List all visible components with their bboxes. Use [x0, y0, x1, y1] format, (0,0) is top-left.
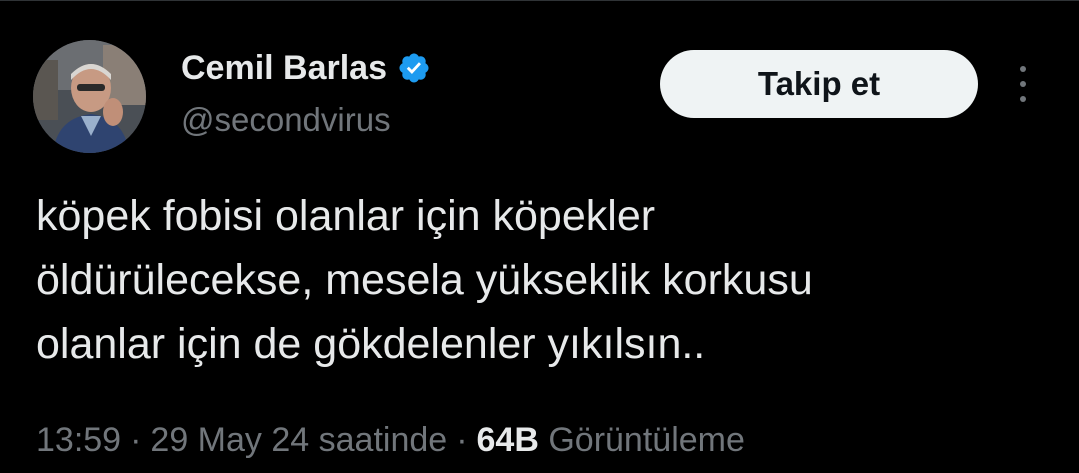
display-name[interactable]: Cemil Barlas [181, 44, 387, 92]
tweet-text-line: köpek fobisi olanlar için köpekler [36, 192, 656, 240]
tweet-date[interactable]: 29 May 24 saatinde [150, 421, 447, 459]
avatar-photo [33, 40, 146, 153]
meta-separator: · [456, 421, 468, 459]
more-dot [1020, 96, 1026, 102]
tweet-meta: 13:59 · 29 May 24 saatinde · 64B Görüntüleme [36, 414, 745, 466]
tweet-text-line: öldürülecekse, mesela yükseklik korkusu [36, 256, 813, 304]
tweet-time[interactable]: 13:59 [36, 421, 121, 459]
tweet-card: Cemil Barlas @secondvirus Takip et köpek… [0, 0, 1079, 473]
avatar[interactable] [33, 40, 146, 153]
verified-badge-icon [397, 51, 431, 85]
more-vertical-icon[interactable] [1006, 64, 1040, 104]
more-dot [1020, 81, 1026, 87]
views-count[interactable]: 64B [477, 421, 539, 459]
more-dot [1020, 66, 1026, 72]
user-handle[interactable]: @secondvirus [181, 98, 431, 142]
top-divider [0, 0, 1079, 1]
follow-button[interactable]: Takip et [660, 50, 978, 118]
tweet-text-line: olanlar için de gökdelenler yıkılsın.. [36, 320, 706, 368]
author-info: Cemil Barlas @secondvirus [181, 44, 431, 142]
name-row: Cemil Barlas [181, 44, 431, 92]
meta-separator: · [130, 421, 142, 459]
tweet-text: köpek fobisi olanlar için köpekler öldür… [36, 184, 1046, 376]
views-label: Görüntüleme [548, 421, 745, 459]
